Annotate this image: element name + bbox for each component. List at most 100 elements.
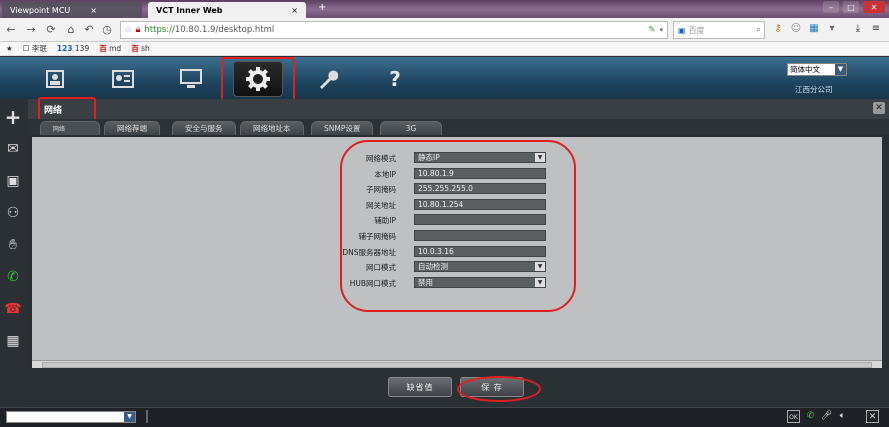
bookmark-label: sh: [141, 44, 150, 53]
text-field[interactable]: [414, 214, 546, 225]
divider: [146, 410, 148, 423]
tab-network[interactable]: 网络: [40, 121, 100, 135]
text-field[interactable]: 255.255.255.0: [414, 183, 546, 194]
field-value: 自动检测: [418, 262, 448, 271]
chevron-down-icon[interactable]: ▼: [835, 64, 846, 75]
undo-icon[interactable]: ↶: [82, 23, 96, 37]
tab-network-terminal[interactable]: 网络荐端: [104, 121, 160, 135]
history-icon[interactable]: ◷: [100, 23, 114, 37]
browser-tab-bar: Viewpoint MCU × VCT Inner Web × + – □ ✕: [0, 0, 889, 18]
hand-icon[interactable]: ✋︎: [2, 234, 24, 256]
close-icon[interactable]: ✕: [873, 102, 885, 114]
bookmark-item[interactable]: ☐ 李珉: [23, 43, 47, 54]
tab-network-addressbook[interactable]: 网络地址本: [240, 121, 304, 135]
star-icon[interactable]: ☆: [124, 25, 132, 35]
speaker-icon[interactable]: 🔈︎: [836, 410, 849, 423]
text-field[interactable]: 10.80.1.9: [414, 168, 546, 179]
download-icon[interactable]: ⤓: [852, 23, 864, 35]
select-field[interactable]: 自动检测 ▼: [414, 261, 546, 272]
mail-icon[interactable]: ✉: [2, 138, 24, 160]
nav-contacts[interactable]: [30, 63, 80, 95]
field-value: 静态IP: [418, 153, 440, 162]
refresh-icon[interactable]: ⟳: [44, 23, 58, 37]
field-label: 网口模式: [366, 263, 396, 272]
plugin-icon[interactable]: ✎: [648, 25, 655, 35]
tab-security-service[interactable]: 安全与服务: [172, 121, 236, 135]
home-icon[interactable]: ⌂: [64, 23, 78, 37]
phone-icon[interactable]: ✆: [804, 410, 817, 423]
chevron-down-icon[interactable]: ▼: [535, 153, 545, 162]
window-controls: – □ ✕: [823, 1, 885, 13]
default-button[interactable]: 缺省值: [388, 377, 452, 397]
field-label: 本地IP: [374, 170, 396, 179]
field-value: 255.255.255.0: [418, 184, 473, 193]
bookmark-item[interactable]: 百 sh: [131, 43, 150, 54]
maximize-icon[interactable]: □: [843, 1, 859, 13]
tab-close-icon[interactable]: ×: [90, 6, 97, 15]
monitor-icon: [180, 69, 202, 88]
wrench-icon: [320, 70, 338, 89]
close-window-icon[interactable]: ✕: [863, 1, 885, 13]
nav-display[interactable]: [166, 63, 216, 95]
field-value: 禁用: [418, 278, 433, 287]
help-icon: ?: [389, 67, 401, 91]
status-select[interactable]: ▼: [6, 411, 136, 423]
tab-3g[interactable]: 3G: [380, 121, 442, 135]
bookmark-star-icon[interactable]: ★: [6, 44, 13, 53]
tab-title: VCT Inner Web: [156, 5, 223, 15]
browser-tab-viewpoint[interactable]: Viewpoint MCU ×: [2, 2, 142, 18]
select-field[interactable]: 静态IP ▼: [414, 152, 546, 163]
user-icon[interactable]: ☺: [790, 23, 802, 35]
ok-icon[interactable]: OK: [787, 410, 800, 423]
chevron-down-icon[interactable]: ▼: [535, 278, 545, 287]
add-icon[interactable]: +: [2, 106, 24, 128]
text-field[interactable]: 10.80.1.254: [414, 199, 546, 210]
url-input[interactable]: ☆ 🔒︎ https:// 10.80.1.9/desktop.html ✎ ▾: [120, 21, 668, 39]
page-icon: ☐: [22, 44, 30, 53]
search-icon[interactable]: ⌕: [757, 25, 761, 35]
extension-icon[interactable]: ▦: [808, 23, 820, 35]
grid-icon[interactable]: ▦: [2, 330, 24, 352]
forward-icon[interactable]: →: [24, 23, 38, 37]
lock-icon: 🔒︎: [135, 25, 141, 35]
hamburger-icon[interactable]: ≡: [870, 23, 882, 35]
text-field[interactable]: 10.0.3.16: [414, 246, 546, 257]
nav-tools[interactable]: [302, 63, 352, 95]
field-label: HUB网口模式: [349, 279, 396, 288]
chevron-down-icon[interactable]: ▼: [535, 262, 545, 271]
text-field[interactable]: [414, 230, 546, 241]
microphone-icon[interactable]: 🎤︎: [820, 410, 833, 423]
select-field[interactable]: 禁用 ▼: [414, 277, 546, 288]
search-input[interactable]: ▣ 百度 ⌕: [673, 21, 765, 39]
search-engine-icon[interactable]: ▣: [678, 26, 686, 35]
field-label: 网关地址: [366, 201, 396, 210]
key-icon[interactable]: ⚷: [772, 23, 784, 35]
tab-close-icon[interactable]: ×: [291, 6, 298, 15]
hangup-icon[interactable]: ☎: [2, 298, 24, 320]
language-select[interactable]: 简体中文 ▼: [787, 63, 847, 76]
tab-snmp-settings[interactable]: SNMP设置: [311, 121, 374, 135]
back-icon[interactable]: ←: [4, 23, 18, 37]
chevron-down-icon[interactable]: ▼: [124, 412, 135, 422]
menu-icon[interactable]: ▾: [826, 23, 838, 35]
new-tab-button[interactable]: +: [318, 2, 326, 13]
nav-help[interactable]: ?: [370, 63, 420, 95]
users-icon[interactable]: ⚇: [2, 202, 24, 224]
url-scheme: https://: [144, 25, 175, 35]
bookmark-label: md: [109, 44, 122, 53]
minimize-icon[interactable]: –: [823, 1, 839, 13]
tab-title: Viewpoint MCU: [10, 5, 71, 15]
bookmark-item[interactable]: 123 139: [57, 44, 89, 53]
annotation-highlight: [221, 57, 295, 104]
field-value: 10.0.3.16: [418, 247, 454, 256]
browser-tab-vct[interactable]: VCT Inner Web ×: [148, 2, 306, 18]
fullscreen-icon[interactable]: ✕: [866, 410, 879, 423]
horizontal-scrollbar[interactable]: [32, 360, 882, 368]
url-dropdown-icon[interactable]: ▾: [659, 26, 663, 34]
bookmark-item[interactable]: 百 md: [99, 43, 121, 54]
annotation-highlight: [457, 376, 541, 402]
call-icon[interactable]: ✆: [2, 266, 24, 288]
field-value: 10.80.1.9: [418, 169, 454, 178]
contact-book-icon[interactable]: ▣: [2, 170, 24, 192]
nav-addressbook[interactable]: [98, 63, 148, 95]
